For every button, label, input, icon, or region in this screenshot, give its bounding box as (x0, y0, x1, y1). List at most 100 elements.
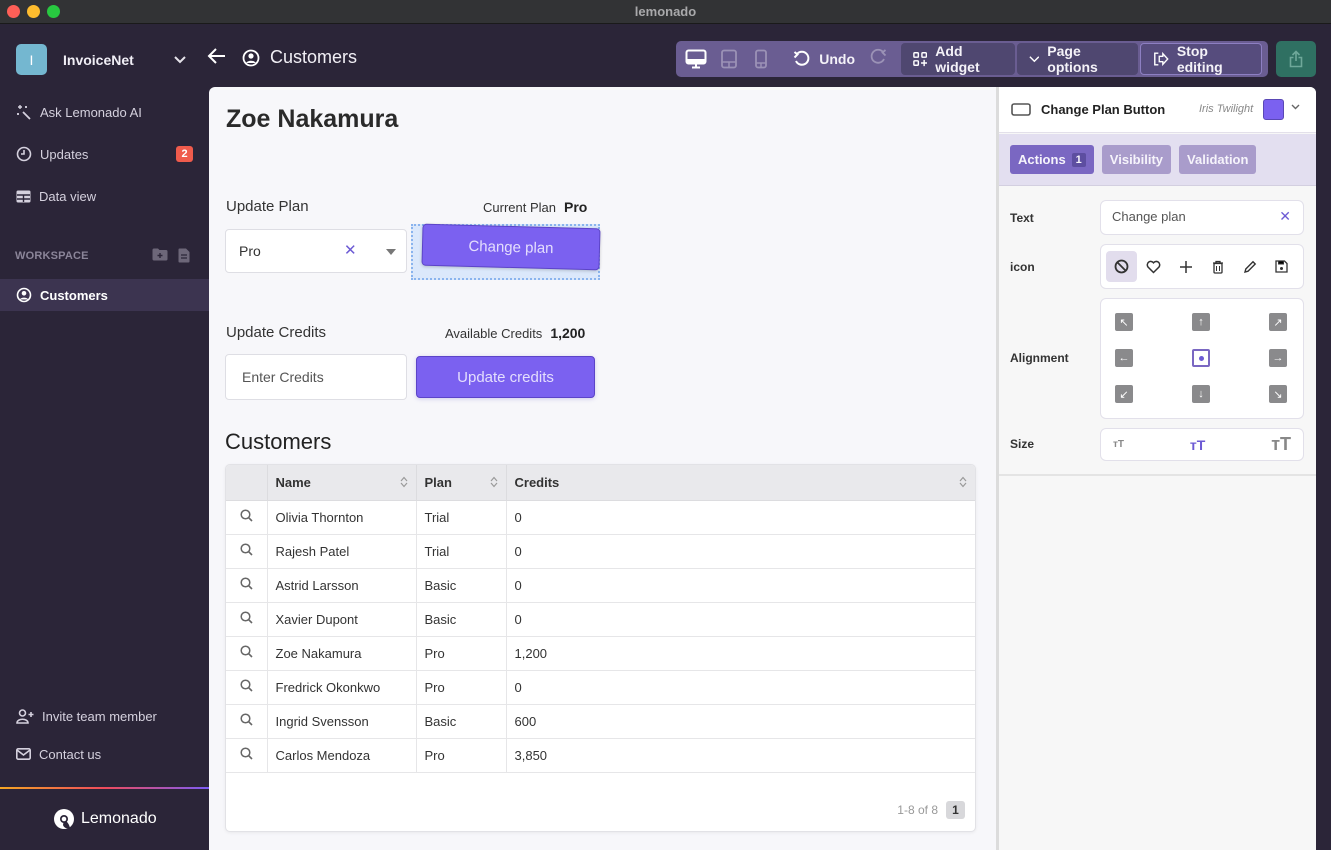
text-size-small-icon[interactable]: ᴛT (1113, 439, 1124, 450)
invite-team-member-link[interactable]: Invite team member (0, 701, 209, 731)
row-view-cell[interactable] (226, 738, 268, 773)
sidebar-item-data-view[interactable]: Data view (0, 181, 209, 211)
column-header-name[interactable]: Name (267, 465, 417, 501)
row-view-cell[interactable] (226, 602, 268, 637)
undo-button[interactable]: Undo (793, 50, 855, 68)
panel-header: Change Plan Button Iris Twilight (999, 87, 1316, 133)
desktop-view-button[interactable] (680, 44, 712, 74)
tab-actions[interactable]: Actions 1 (1010, 145, 1094, 174)
sidebar-item-customers[interactable]: Customers (0, 279, 209, 311)
stop-editing-button[interactable]: Stop editing (1139, 43, 1263, 75)
icon-picker (1100, 244, 1304, 289)
new-page-icon[interactable] (178, 248, 190, 263)
row-view-cell[interactable] (226, 704, 268, 739)
table-icon (16, 190, 31, 202)
mobile-view-button[interactable] (745, 44, 777, 74)
text-prop-input[interactable]: Change plan ✕ (1100, 200, 1304, 235)
redo-button[interactable] (869, 48, 887, 71)
none-icon[interactable] (1106, 251, 1137, 282)
column-header-plan[interactable]: Plan (416, 465, 507, 501)
sort-icon[interactable] (959, 476, 967, 488)
current-plan-value: Pro (563, 199, 588, 215)
tab-validation[interactable]: Validation (1179, 145, 1257, 174)
tab-visibility[interactable]: Visibility (1101, 145, 1172, 174)
share-button[interactable] (1276, 41, 1316, 77)
table-row[interactable]: Olivia Thornton Trial 0 (226, 500, 975, 535)
credits-input[interactable]: Enter Credits (225, 354, 407, 400)
tablet-icon (720, 49, 737, 69)
sparkle-wand-icon (17, 105, 31, 120)
page-options-label: Page options (1047, 43, 1098, 75)
table-row[interactable]: Rajesh Patel Trial 0 (226, 534, 975, 569)
column-header-credits[interactable]: Credits (506, 465, 975, 501)
table-row[interactable]: Xavier Dupont Basic 0 (226, 602, 975, 637)
table-row[interactable]: Ingrid Svensson Basic 600 (226, 704, 975, 739)
tab-count-badge: 1 (1071, 152, 1086, 167)
header-icon-col (226, 465, 268, 501)
align-top-left-icon[interactable]: ↖ (1115, 313, 1133, 331)
plan-select[interactable]: Pro ✕ (225, 229, 407, 273)
table-row[interactable]: Zoe Nakamura Pro 1,200 (226, 636, 975, 671)
change-plan-button[interactable]: Change plan (421, 223, 601, 271)
workspace-switcher[interactable]: I InvoiceNet (16, 44, 187, 75)
clear-icon[interactable]: ✕ (344, 241, 357, 259)
plus-icon[interactable] (1170, 251, 1201, 282)
row-view-cell[interactable] (226, 670, 268, 705)
sidebar-item-updates[interactable]: Updates 2 (0, 139, 209, 169)
row-view-cell[interactable] (226, 568, 268, 603)
search-icon[interactable] (240, 645, 253, 658)
align-top-right-icon[interactable]: ↗ (1269, 313, 1287, 331)
cell-credits: 1,200 (506, 636, 975, 671)
save-icon[interactable] (1266, 251, 1297, 282)
cell-credits: 0 (506, 534, 975, 569)
add-widget-button[interactable]: Add widget (901, 43, 1015, 75)
sort-icon[interactable] (400, 476, 408, 488)
search-icon[interactable] (240, 679, 253, 692)
table-row[interactable]: Carlos Mendoza Pro 3,850 (226, 738, 975, 773)
align-bottom-icon[interactable]: ↓ (1192, 385, 1210, 403)
search-icon[interactable] (240, 509, 253, 522)
new-folder-icon[interactable] (152, 248, 168, 261)
align-left-icon[interactable]: ← (1115, 349, 1133, 367)
cell-name: Zoe Nakamura (267, 636, 417, 671)
table-row[interactable]: Astrid Larsson Basic 0 (226, 568, 975, 603)
sidebar-item-label: Invite team member (42, 708, 157, 724)
page-button[interactable]: 1 (946, 801, 965, 819)
row-view-cell[interactable] (226, 534, 268, 569)
chevron-down-icon[interactable] (1291, 102, 1300, 113)
theme-color-swatch[interactable] (1263, 99, 1284, 120)
caret-down-icon[interactable] (386, 249, 396, 255)
clear-icon[interactable]: ✕ (1279, 208, 1291, 225)
chevron-down-icon[interactable] (173, 52, 187, 68)
cell-credits: 0 (506, 500, 975, 535)
text-size-medium-icon[interactable]: ᴛT (1190, 437, 1205, 453)
table-row[interactable]: Fredrick Okonkwo Pro 0 (226, 670, 975, 705)
page-options-button[interactable]: Page options (1016, 43, 1138, 75)
search-icon[interactable] (240, 747, 253, 760)
search-icon[interactable] (240, 543, 253, 556)
tablet-view-button[interactable] (712, 44, 744, 74)
search-icon[interactable] (240, 611, 253, 624)
search-icon[interactable] (240, 713, 253, 726)
heart-icon[interactable] (1138, 251, 1169, 282)
align-right-icon[interactable]: → (1269, 349, 1287, 367)
update-credits-button[interactable]: Update credits (416, 356, 595, 398)
trash-icon[interactable] (1202, 251, 1233, 282)
search-icon[interactable] (240, 577, 253, 590)
align-bottom-left-icon[interactable]: ↙ (1115, 385, 1133, 403)
sidebar-item-ask-ai[interactable]: Ask Lemonado AI (0, 97, 209, 127)
pencil-icon[interactable] (1234, 251, 1265, 282)
row-view-cell[interactable] (226, 500, 268, 535)
page-canvas: Zoe Nakamura Update Plan Current Plan Pr… (209, 87, 996, 850)
contact-us-link[interactable]: Contact us (0, 739, 209, 769)
text-size-large-icon[interactable]: ᴛT (1271, 434, 1291, 455)
back-arrow-icon[interactable] (207, 47, 227, 71)
align-top-icon[interactable]: ↑ (1192, 313, 1210, 331)
row-view-cell[interactable] (226, 636, 268, 671)
sort-icon[interactable] (490, 476, 498, 488)
align-bottom-right-icon[interactable]: ↘ (1269, 385, 1287, 403)
align-center-icon[interactable] (1192, 349, 1210, 367)
cell-plan: Basic (416, 568, 507, 603)
widget-title: Change Plan Button (1041, 102, 1166, 117)
chevron-down-icon (1028, 56, 1039, 63)
